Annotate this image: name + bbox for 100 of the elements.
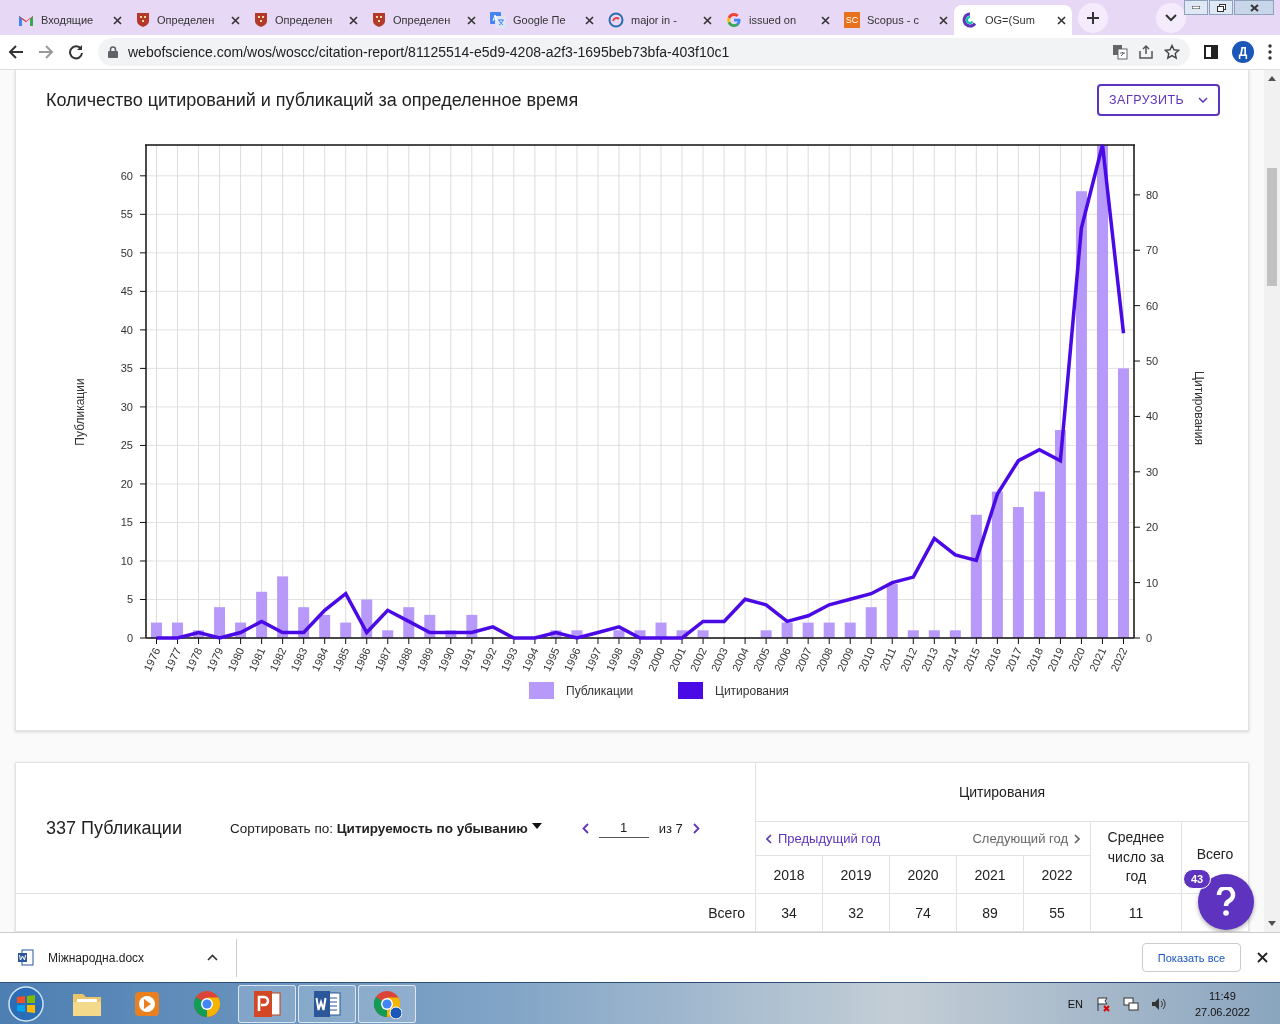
axis-tick-label: 5 xyxy=(126,593,133,606)
browser-tab[interactable]: Определен xyxy=(246,5,364,35)
browser-tab[interactable]: OG=(Sum xyxy=(954,5,1072,35)
tab-search-button[interactable] xyxy=(1156,3,1186,33)
sort-dropdown[interactable]: Сортировать по: Цитируемость по убыванию xyxy=(230,820,528,836)
scrollbar-thumb[interactable] xyxy=(1267,168,1277,286)
close-icon[interactable] xyxy=(821,15,830,25)
back-icon[interactable] xyxy=(8,44,24,60)
menu-icon[interactable] xyxy=(1268,44,1272,60)
publication-bar xyxy=(907,630,919,638)
chevron-up-icon[interactable] xyxy=(207,954,218,961)
caret-down-icon[interactable] xyxy=(531,823,542,829)
year-label: 1977 xyxy=(162,645,184,674)
axis-tick-label: 10 xyxy=(120,554,133,567)
word-document-icon xyxy=(18,949,34,966)
powerpoint-icon xyxy=(252,990,282,1018)
restore-button[interactable] xyxy=(1209,0,1233,15)
year-label: 1982 xyxy=(267,645,289,674)
browser-tab[interactable]: Определен xyxy=(364,5,482,35)
close-icon[interactable] xyxy=(113,15,122,25)
taskbar-app[interactable] xyxy=(298,985,356,1023)
browser-tab[interactable]: Определен xyxy=(128,5,246,35)
chevron-left-icon[interactable] xyxy=(581,822,589,834)
legend-label: Публикации xyxy=(566,684,634,698)
clock[interactable]: 11:49 27.06.2022 xyxy=(1194,987,1250,1021)
forward-icon[interactable] xyxy=(38,44,54,60)
publication-bar xyxy=(235,622,247,638)
page-total: из 7 xyxy=(658,820,683,836)
share-icon[interactable] xyxy=(1138,44,1154,60)
lock-icon xyxy=(108,46,118,58)
publication-bar xyxy=(424,614,436,638)
chevron-down-icon xyxy=(1165,14,1177,22)
axis-tick-label: 20 xyxy=(120,477,133,490)
download-button[interactable]: ЗАГРУЗИТЬ xyxy=(1097,84,1220,116)
taskbar-app[interactable] xyxy=(238,985,296,1023)
year-header: 2022 xyxy=(1024,856,1091,894)
publication-bar xyxy=(634,630,646,638)
clock-time: 11:49 xyxy=(1209,988,1236,1004)
year-label: 2004 xyxy=(729,645,751,674)
publication-bar xyxy=(340,622,352,638)
year-label: 1976 xyxy=(141,645,163,674)
close-icon[interactable] xyxy=(349,15,358,25)
close-icon[interactable] xyxy=(585,15,594,25)
new-tab-button[interactable] xyxy=(1078,3,1108,33)
speaker-icon[interactable] xyxy=(1150,996,1167,1012)
browser-tab[interactable]: Входящие xyxy=(10,5,128,35)
show-all-button[interactable]: Показать все xyxy=(1141,943,1241,972)
minimize-icon xyxy=(1192,6,1200,9)
page-number-field[interactable]: 1 xyxy=(598,818,649,838)
scopus-logo: SC xyxy=(844,12,860,28)
close-window-button[interactable] xyxy=(1234,0,1274,15)
browser-tab[interactable]: SC Scopus - c xyxy=(836,5,954,35)
publication-bar xyxy=(949,630,961,638)
browser-tab[interactable]: major in - xyxy=(600,5,718,35)
year-label: 2012 xyxy=(897,645,920,674)
year-label: 1983 xyxy=(288,645,310,674)
publication-bar xyxy=(277,576,289,638)
flag-icon[interactable] xyxy=(1094,996,1111,1012)
close-icon[interactable] xyxy=(1257,952,1268,963)
profile-avatar[interactable]: Д xyxy=(1232,41,1254,63)
reload-icon[interactable] xyxy=(68,44,84,60)
axis-tick-label: 50 xyxy=(120,246,133,259)
publication-bar xyxy=(466,614,478,638)
close-icon[interactable] xyxy=(467,15,476,25)
axis-tick-label: 10 xyxy=(1146,576,1159,589)
axis-tick-label: 60 xyxy=(120,169,133,182)
translate-icon[interactable] xyxy=(1112,44,1128,60)
close-icon[interactable] xyxy=(939,15,948,25)
year-label: 2016 xyxy=(981,645,1004,674)
year-label: 1978 xyxy=(183,645,205,674)
language-indicator[interactable]: EN xyxy=(1067,998,1083,1010)
chevron-right-icon[interactable] xyxy=(692,822,700,834)
start-button[interactable] xyxy=(6,984,46,1024)
star-icon[interactable] xyxy=(1164,44,1180,60)
scroll-up-icon xyxy=(1268,76,1276,81)
next-year-link[interactable]: Следующий год xyxy=(972,831,1080,846)
year-label: 2017 xyxy=(1002,645,1025,674)
publication-bar xyxy=(361,599,373,638)
year-label: 2014 xyxy=(939,645,962,674)
previous-year-link[interactable]: Предыдущий год xyxy=(766,831,881,846)
close-icon xyxy=(1249,3,1259,12)
scrollbar[interactable] xyxy=(1264,70,1280,932)
axis-tick-label: 40 xyxy=(1146,410,1159,423)
year-label: 2011 xyxy=(877,645,899,673)
google-g-icon xyxy=(726,12,742,28)
browser-tab[interactable]: Google Пе xyxy=(482,5,600,35)
browser-tab[interactable]: issued on xyxy=(718,5,836,35)
shield-icon xyxy=(136,12,150,28)
close-icon[interactable] xyxy=(1057,15,1066,25)
network-icon[interactable] xyxy=(1122,996,1139,1012)
publication-bar xyxy=(928,630,940,638)
close-icon[interactable] xyxy=(703,15,712,25)
download-file-name[interactable]: Міжнародна.docx xyxy=(48,950,193,965)
taskbar-app[interactable] xyxy=(358,985,416,1023)
year-label: 1981 xyxy=(246,645,268,674)
side-panel-icon[interactable] xyxy=(1204,45,1218,59)
address-field[interactable]: webofscience.com/wos/woscc/citation-report/81125514-e5d9-4208-a2f3-1695beb73bfa-403f10c1 xyxy=(98,38,1190,66)
close-icon[interactable] xyxy=(231,15,240,25)
publication-bar xyxy=(823,622,835,638)
year-header: 2020 xyxy=(890,856,957,894)
